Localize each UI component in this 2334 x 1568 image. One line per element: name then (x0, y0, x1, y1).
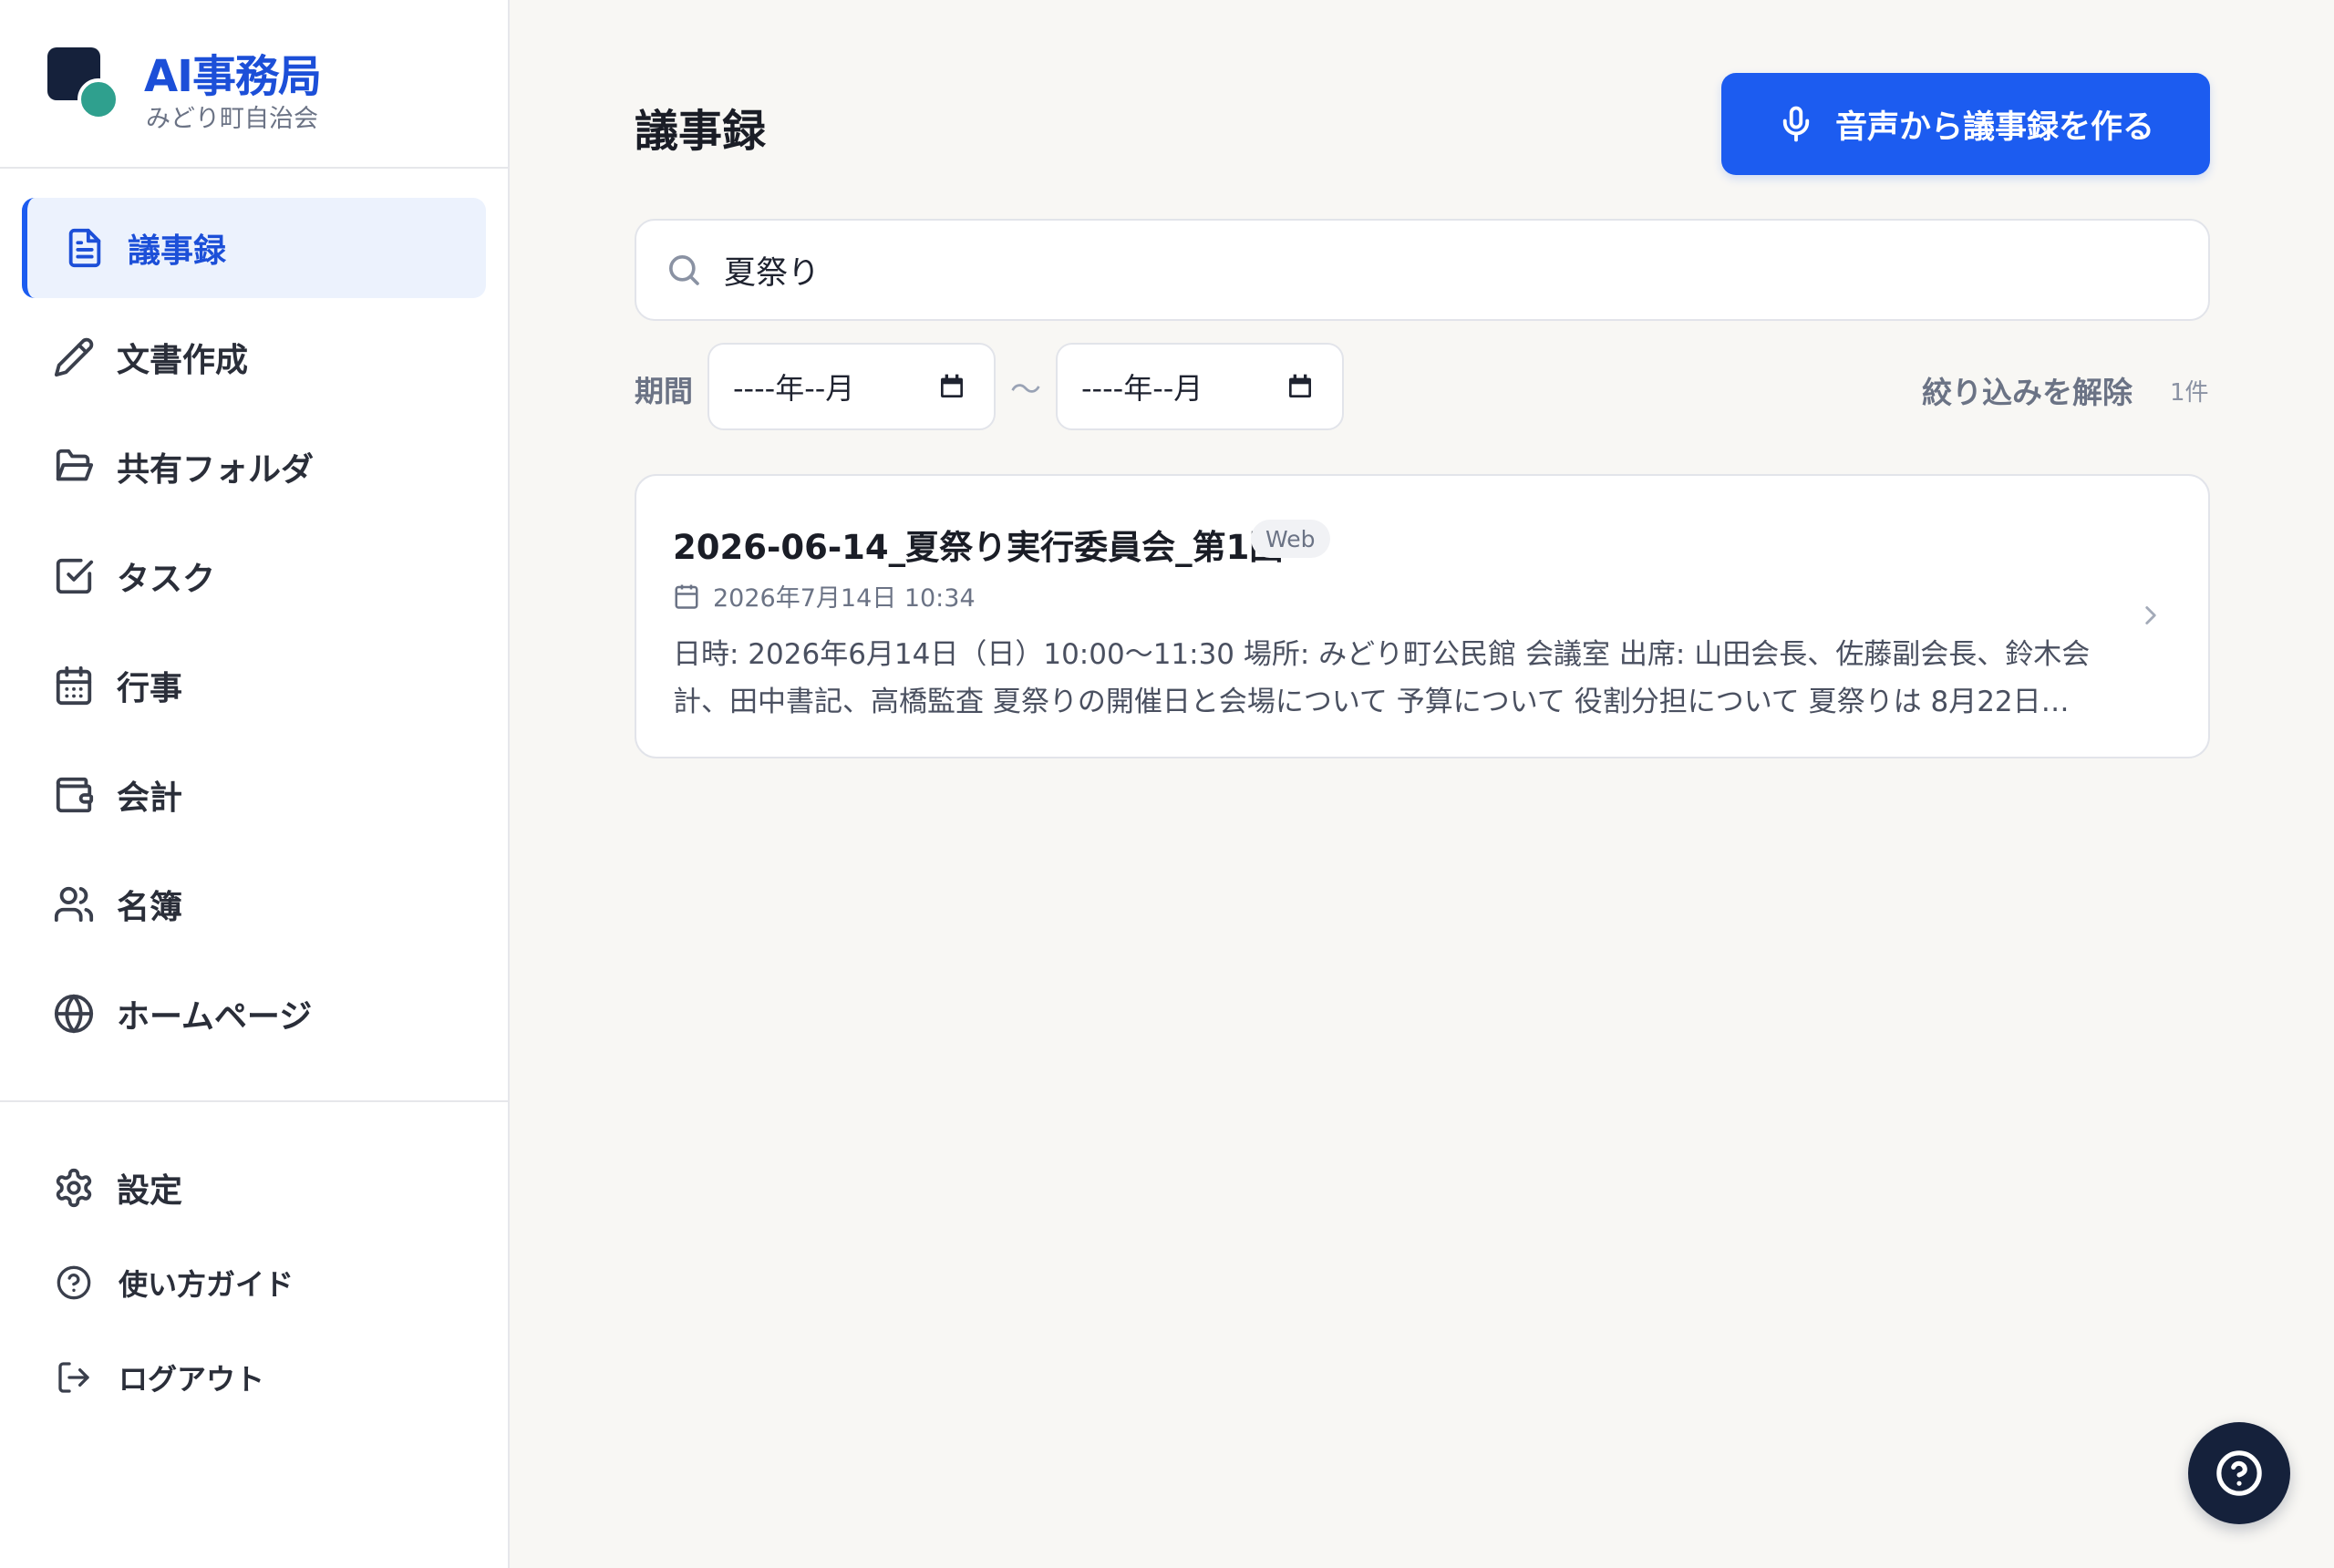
bottom-nav: 設定 使い方ガイド ログアウト (0, 1102, 508, 1425)
result-count: 1件 (2170, 379, 2209, 407)
users-icon (51, 882, 97, 927)
sidebar: AI事務局 みどり町自治会 議事録 文書作成 共有フォルダ タスク 行事 会計 … (0, 0, 510, 1568)
calendar-picker-icon[interactable] (937, 372, 966, 401)
sidebar-item-minutes[interactable]: 議事録 (22, 198, 486, 298)
sidebar-item-label: 文書作成 (117, 342, 249, 379)
sidebar-item-settings[interactable]: 設定 (22, 1140, 486, 1235)
sidebar-item-label: ログアウト (119, 1362, 265, 1397)
sidebar-item-events[interactable]: 行事 (22, 635, 486, 736)
sidebar-item-shared-folder[interactable]: 共有フォルダ (22, 417, 486, 517)
period-separator: 〜 (1010, 372, 1041, 408)
sidebar-item-label: 使い方ガイド (119, 1267, 294, 1302)
sidebar-item-homepage[interactable]: ホームページ (22, 964, 486, 1064)
sidebar-item-label: 会計 (117, 779, 183, 817)
create-minutes-from-audio-button[interactable]: 音声から議事録を作る (1721, 73, 2210, 175)
sidebar-item-label: 設定 (117, 1172, 183, 1210)
wallet-icon (51, 772, 97, 818)
record-title: 2026-06-14_夏祭り実行委員会_第1回 (673, 528, 1284, 567)
checkbox-icon (51, 553, 97, 599)
search-input[interactable] (724, 252, 2091, 288)
calendar-icon (51, 663, 97, 708)
sidebar-item-label: 名簿 (117, 889, 183, 926)
sidebar-item-label: 議事録 (128, 232, 227, 270)
gear-icon (51, 1165, 97, 1211)
organization-name: みどり町自治会 (146, 105, 318, 133)
create-button-label: 音声から議事録を作る (1834, 108, 2154, 146)
help-circle-icon (51, 1260, 97, 1305)
period-from-value: ----年--月 (733, 371, 855, 406)
sidebar-item-tasks[interactable]: タスク (22, 526, 486, 626)
help-button[interactable] (2188, 1422, 2290, 1524)
sidebar-item-label: 行事 (117, 670, 183, 707)
globe-icon (51, 991, 97, 1037)
sidebar-item-logout[interactable]: ログアウト (22, 1330, 486, 1425)
sidebar-item-documents[interactable]: 文書作成 (22, 307, 486, 407)
sidebar-item-roster[interactable]: 名簿 (22, 854, 486, 954)
record-date: 2026年7月14日 10:34 (673, 578, 976, 614)
record-date-text: 2026年7月14日 10:34 (713, 584, 976, 613)
folder-icon (51, 444, 97, 490)
sidebar-item-guide[interactable]: 使い方ガイド (22, 1235, 486, 1330)
sidebar-item-label: 共有フォルダ (117, 451, 315, 489)
page-title: 議事録 (635, 106, 767, 157)
clear-filter-link[interactable]: 絞り込みを解除 (1922, 368, 2133, 412)
microphone-icon (1782, 106, 1810, 142)
document-icon (62, 225, 108, 271)
chevron-right-icon (2135, 600, 2166, 634)
period-label: 期間 (635, 374, 694, 408)
help-circle-icon (2216, 1450, 2262, 1496)
app-title: AI事務局 (144, 51, 322, 102)
sidebar-item-label: タスク (117, 561, 216, 598)
record-summary: 日時: 2026年6月14日（日）10:00〜11:30 場所: みどり町公民館… (673, 638, 2091, 718)
app-logo-icon (47, 47, 120, 120)
sidebar-item-label: ホームページ (117, 998, 313, 1036)
pencil-icon (51, 335, 97, 380)
source-badge: Web (1251, 520, 1330, 558)
period-from-input[interactable]: ----年--月 (707, 343, 996, 430)
logout-icon (51, 1355, 97, 1400)
search-icon (669, 255, 699, 285)
calendar-icon (675, 584, 698, 609)
main-nav: 議事録 文書作成 共有フォルダ タスク 行事 会計 名簿 ホームページ (0, 169, 508, 1064)
search-bar (635, 219, 2210, 321)
calendar-picker-icon[interactable] (1286, 372, 1315, 401)
period-to-input[interactable]: ----年--月 (1056, 343, 1344, 430)
minutes-record-card[interactable]: 2026-06-14_夏祭り実行委員会_第1回 Web 2026年7月14日 1… (635, 474, 2210, 758)
period-to-value: ----年--月 (1081, 371, 1203, 406)
sidebar-item-accounting[interactable]: 会計 (22, 745, 486, 845)
brand-header: AI事務局 みどり町自治会 (0, 0, 508, 169)
